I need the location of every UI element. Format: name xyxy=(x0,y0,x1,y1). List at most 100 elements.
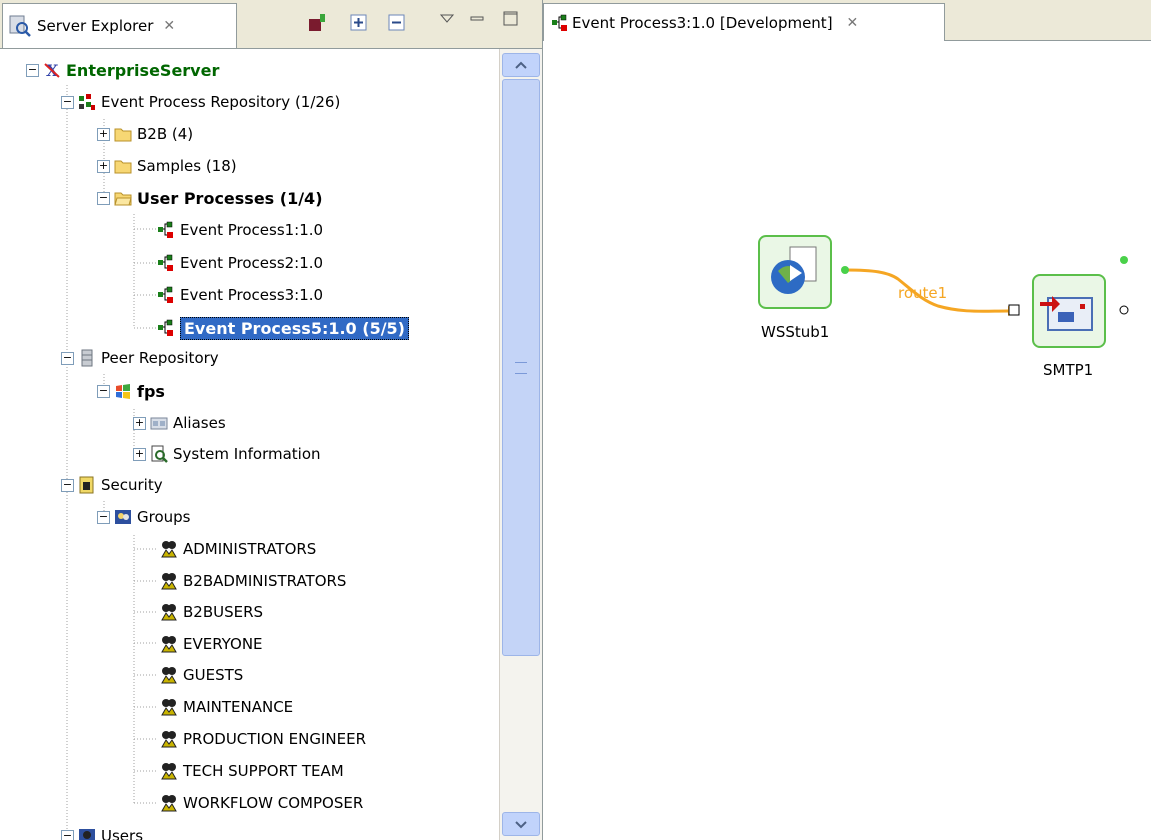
collapse-toggle[interactable]: − xyxy=(61,829,74,840)
tree-node-event-process1[interactable]: Event Process1:1.0 xyxy=(157,215,323,245)
collapse-toggle[interactable]: − xyxy=(61,351,74,365)
editor-header: Event Process3:1.0 [Development] ✕ xyxy=(543,0,1151,41)
tree-node-users[interactable]: − Users xyxy=(61,821,143,840)
collapse-toggle[interactable]: − xyxy=(61,95,74,109)
collapse-toggle[interactable]: − xyxy=(97,191,110,205)
collapse-toggle[interactable]: − xyxy=(97,510,110,524)
enterprise-server-icon: X xyxy=(44,61,60,79)
group-item-label: B2BADMINISTRATORS xyxy=(183,572,347,590)
tree-node-system-information[interactable]: + System Information xyxy=(133,439,321,469)
group-icon xyxy=(161,604,177,621)
security-label: Security xyxy=(101,476,163,494)
group-item[interactable]: EVERYONE xyxy=(160,629,263,659)
tree-node-fps[interactable]: − fps xyxy=(97,376,165,406)
output-port-icon xyxy=(841,266,849,274)
open-folder-icon xyxy=(114,192,132,206)
folder-icon xyxy=(114,160,132,174)
group-item[interactable]: PRODUCTION ENGINEER xyxy=(160,724,366,754)
server-explorer-panel: Server Explorer ✕ − EnterpriseServer − E… xyxy=(0,0,543,840)
group-icon xyxy=(161,667,177,684)
expand-toggle[interactable]: + xyxy=(133,447,146,461)
minimize-button[interactable] xyxy=(466,8,488,30)
editor-tab-label: Event Process3:1.0 [Development] xyxy=(572,13,833,32)
event-process-repository-label: Event Process Repository (1/26) xyxy=(101,93,341,111)
group-icon xyxy=(161,541,177,558)
group-item-label: ADMINISTRATORS xyxy=(183,540,317,558)
group-icon xyxy=(161,573,177,590)
group-item-label: PRODUCTION ENGINEER xyxy=(183,730,367,748)
tree-node-samples[interactable]: + Samples (18) xyxy=(97,151,237,181)
group-item-label: MAINTENANCE xyxy=(183,698,294,716)
group-item[interactable]: MAINTENANCE xyxy=(160,692,293,722)
tree-node-event-process3[interactable]: Event Process3:1.0 xyxy=(157,280,323,310)
peer-repository-label: Peer Repository xyxy=(101,349,219,367)
collapse-toggle[interactable]: − xyxy=(26,63,39,77)
tree-node-peer-repository[interactable]: − Peer Repository xyxy=(61,343,219,373)
tree-node-groups[interactable]: − Groups xyxy=(97,502,190,532)
group-item[interactable]: TECH SUPPORT TEAM xyxy=(160,756,344,786)
scroll-down-button[interactable] xyxy=(502,812,540,836)
event-process-icon xyxy=(552,14,567,31)
windows-flag-icon xyxy=(116,384,130,399)
chevron-down-icon xyxy=(515,821,527,829)
tree-node-event-process5[interactable]: Event Process5:1.0 (5/5) xyxy=(157,313,409,343)
tree-node-event-process-repository[interactable]: − Event Process Repository (1/26) xyxy=(61,87,340,117)
enterprise-server-label: EnterpriseServer xyxy=(66,60,220,80)
scroll-up-button[interactable] xyxy=(502,53,540,77)
scroll-thumb[interactable] xyxy=(502,79,540,656)
event-process-label: Event Process1:1.0 xyxy=(180,221,324,239)
tree-node-b2b[interactable]: + B2B (4) xyxy=(97,119,193,149)
event-process-icon xyxy=(158,319,173,336)
collapse-toggle[interactable]: − xyxy=(97,384,110,398)
group-item-label: TECH SUPPORT TEAM xyxy=(183,762,344,780)
group-item[interactable]: B2BUSERS xyxy=(160,597,263,627)
output-port-icon xyxy=(1120,256,1128,264)
route-connector[interactable] xyxy=(543,41,1151,840)
samples-label: Samples (18) xyxy=(137,157,237,175)
new-connection-button[interactable] xyxy=(306,12,328,34)
event-process-icon xyxy=(158,254,173,271)
tree-node-aliases[interactable]: + Aliases xyxy=(133,408,226,438)
smtp-node[interactable] xyxy=(1032,274,1106,348)
close-icon[interactable]: ✕ xyxy=(847,15,859,31)
group-item[interactable]: WORKFLOW COMPOSER xyxy=(160,788,363,818)
chevron-up-icon xyxy=(515,61,527,69)
wsstub-node[interactable] xyxy=(758,235,832,309)
collapse-all-button[interactable] xyxy=(386,12,408,34)
tab-event-process3[interactable]: Event Process3:1.0 [Development] ✕ xyxy=(543,3,945,41)
group-item[interactable]: ADMINISTRATORS xyxy=(160,534,316,564)
group-icon xyxy=(161,699,177,716)
group-item[interactable]: GUESTS xyxy=(160,660,243,690)
plug-icon xyxy=(309,14,325,31)
expand-toggle[interactable]: + xyxy=(97,127,110,141)
collapse-all-icon xyxy=(388,14,405,31)
tree-node-event-process2[interactable]: Event Process2:1.0 xyxy=(157,248,323,278)
maximize-button[interactable] xyxy=(500,8,522,30)
group-item-label: B2BUSERS xyxy=(183,603,264,621)
chevron-down-icon xyxy=(439,14,455,23)
tree-node-user-processes[interactable]: − User Processes (1/4) xyxy=(97,183,323,213)
group-item[interactable]: B2BADMINISTRATORS xyxy=(160,566,346,596)
tree-scrollbar[interactable] xyxy=(499,49,542,840)
user-processes-label: User Processes (1/4) xyxy=(137,188,323,208)
server-explorer-header: Server Explorer ✕ xyxy=(0,0,542,49)
expand-toggle[interactable]: + xyxy=(97,159,110,173)
group-item-label: WORKFLOW COMPOSER xyxy=(183,794,364,812)
expand-toggle[interactable]: + xyxy=(133,416,146,430)
collapse-toggle[interactable]: − xyxy=(61,478,74,492)
group-item-label: GUESTS xyxy=(183,666,244,684)
fps-label: fps xyxy=(137,381,165,401)
view-menu-button[interactable] xyxy=(436,8,458,30)
process-canvas[interactable]: route1 WSStub1 SMTP1 xyxy=(543,41,1151,840)
tab-server-explorer[interactable]: Server Explorer ✕ xyxy=(2,3,237,48)
server-explorer-icon xyxy=(9,15,31,37)
tree-node-security[interactable]: − Security xyxy=(61,470,163,500)
scroll-grip-icon xyxy=(515,362,527,374)
route-label[interactable]: route1 xyxy=(898,284,947,302)
tree-node-enterprise-server[interactable]: − X EnterpriseServer xyxy=(26,55,219,85)
b2b-label: B2B (4) xyxy=(137,125,194,143)
users-icon xyxy=(79,829,95,840)
server-tree: − X EnterpriseServer − Event Process Rep… xyxy=(0,49,498,840)
close-icon[interactable]: ✕ xyxy=(163,18,175,34)
expand-all-button[interactable] xyxy=(348,12,370,34)
